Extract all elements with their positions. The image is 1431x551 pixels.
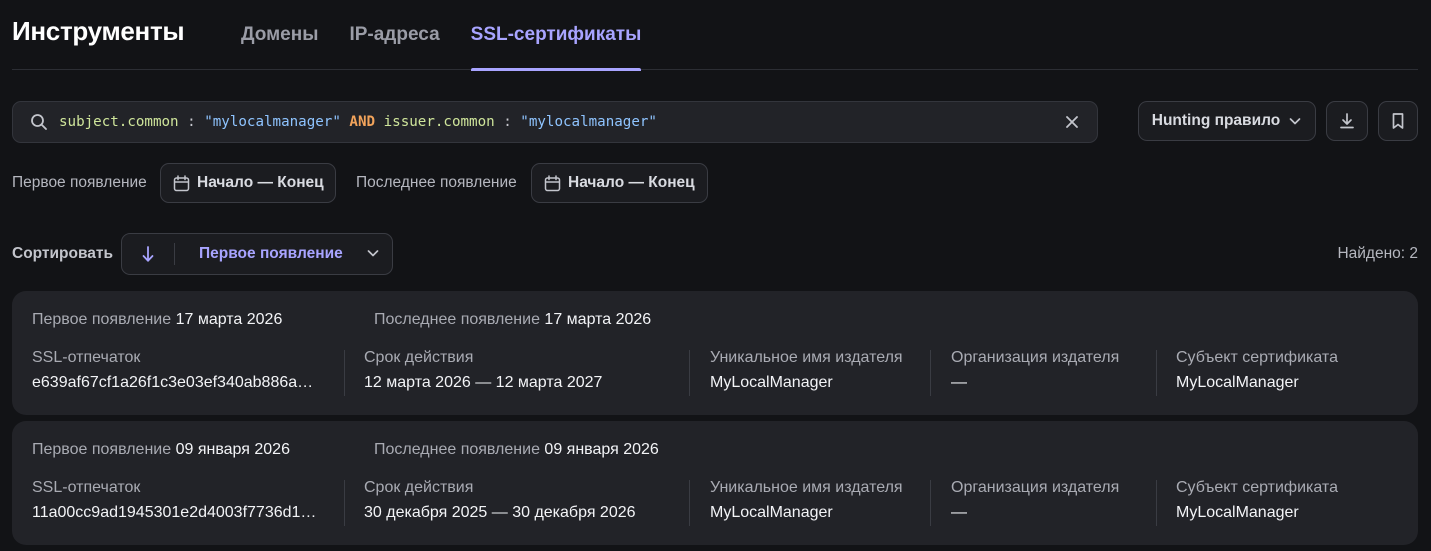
issuer-org-label: Организация издателя (951, 349, 1120, 366)
query-keyword: AND (340, 114, 384, 130)
sort-field-value: Первое появление (199, 245, 343, 262)
first-seen-range: Начало — Конец (197, 174, 324, 191)
issuer-org-column: Организация издателя — (951, 479, 1151, 529)
search-query[interactable]: subject.common : "mylocalmanager" AND is… (59, 102, 657, 142)
sort-field-select[interactable]: Первое появление (175, 234, 392, 274)
subject-label: Субъект сертификата (1176, 349, 1338, 366)
last-seen: Последнее появление 17 марта 2026 (374, 311, 651, 329)
results-count: Найдено: 2 (1337, 245, 1418, 262)
query-field: issuer.common (383, 114, 495, 130)
tab-bar: Домены IP-адреса SSL-сертификаты (241, 0, 672, 71)
last-seen-label: Последнее появление (374, 311, 540, 328)
subject-value: MyLocalManager (1176, 504, 1299, 521)
validity-value: 12 марта 2026 — 12 марта 2027 (364, 374, 603, 391)
issuer-org-value: — (951, 374, 967, 391)
issuer-cn-label: Уникальное имя издателя (710, 349, 903, 366)
issuer-org-value: — (951, 504, 967, 521)
tab-ip-addresses[interactable]: IP-адреса (349, 0, 439, 70)
validity-column: Срок действия 12 марта 2026 — 12 марта 2… (364, 349, 674, 399)
sort-label: Сортировать (12, 245, 114, 262)
last-seen-range: Начало — Конец (568, 174, 695, 191)
hunting-rule-button[interactable]: Hunting правило (1138, 101, 1316, 141)
validity-label: Срок действия (364, 479, 474, 496)
column-divider (930, 350, 931, 396)
fingerprint-label: SSL-отпечаток (32, 349, 141, 366)
subject-label: Субъект сертификата (1176, 479, 1338, 496)
sort-direction-button[interactable] (122, 234, 174, 274)
calendar-icon (544, 174, 561, 191)
fingerprint-value[interactable]: 11a00cc9ad1945301e2d4003f7736d1… (32, 504, 324, 522)
subject-column: Субъект сертификата MyLocalManager (1176, 479, 1396, 529)
calendar-icon (173, 174, 190, 191)
issuer-cn-column: Уникальное имя издателя MyLocalManager (710, 349, 930, 399)
bookmark-button[interactable] (1378, 101, 1418, 141)
hunting-rule-label: Hunting правило (1151, 112, 1281, 129)
last-seen-date-picker[interactable]: Начало — Конец (531, 163, 708, 203)
bookmark-icon (1392, 113, 1404, 129)
column-divider (930, 480, 931, 526)
issuer-org-label: Организация издателя (951, 479, 1120, 496)
validity-label: Срок действия (364, 349, 474, 366)
search-input[interactable]: subject.common : "mylocalmanager" AND is… (12, 101, 1098, 143)
chevron-down-icon (1289, 118, 1301, 125)
first-seen-date-picker[interactable]: Начало — Конец (160, 163, 336, 203)
first-seen-label: Первое появление (32, 311, 172, 328)
result-card[interactable]: Первое появление 17 марта 2026 Последнее… (12, 291, 1418, 415)
tab-ssl-certificates[interactable]: SSL-сертификаты (470, 0, 641, 71)
query-operator: : (494, 114, 521, 130)
query-value: "mylocalmanager" (520, 114, 657, 130)
tab-domains[interactable]: Домены (241, 0, 318, 70)
column-divider (1156, 480, 1157, 526)
column-divider (344, 480, 345, 526)
arrow-down-icon (142, 246, 154, 262)
page-title: Инструменты (12, 16, 185, 46)
last-seen-label: Последнее появление (374, 441, 540, 458)
download-button[interactable] (1326, 101, 1368, 141)
query-field: subject.common (59, 114, 179, 130)
first-seen-value: 09 января 2026 (175, 441, 290, 458)
issuer-org-column: Организация издателя — (951, 349, 1151, 399)
query-value: "mylocalmanager" (204, 114, 341, 130)
first-seen-label: Первое появление (32, 441, 172, 458)
close-icon (1066, 116, 1078, 128)
last-seen-value: 09 января 2026 (544, 441, 659, 458)
fingerprint-label: SSL-отпечаток (32, 479, 141, 496)
validity-value: 30 декабря 2025 — 30 декабря 2026 (364, 504, 636, 521)
clear-search-button[interactable] (1063, 113, 1081, 131)
header: Инструменты Домены IP-адреса SSL-сертифи… (12, 0, 1418, 71)
column-divider (689, 350, 690, 396)
result-card[interactable]: Первое появление 09 января 2026 Последне… (12, 421, 1418, 545)
column-divider (344, 350, 345, 396)
first-seen: Первое появление 09 января 2026 (32, 441, 290, 459)
last-seen: Последнее появление 09 января 2026 (374, 441, 659, 459)
fingerprint-value[interactable]: e639af67cf1a26f1c3e03ef340ab886a… (32, 374, 324, 392)
subject-value: MyLocalManager (1176, 374, 1299, 391)
first-seen-filter-label: Первое появление (12, 174, 147, 191)
chevron-down-icon (367, 250, 379, 257)
download-icon (1340, 113, 1354, 129)
page: Инструменты Домены IP-адреса SSL-сертифи… (0, 0, 1431, 551)
validity-column: Срок действия 30 декабря 2025 — 30 декаб… (364, 479, 674, 529)
sort-control: Первое появление (121, 233, 393, 275)
fingerprint-column: SSL-отпечаток 11a00cc9ad1945301e2d4003f7… (32, 479, 324, 529)
last-seen-filter-label: Последнее появление (356, 174, 517, 191)
issuer-cn-value: MyLocalManager (710, 504, 833, 521)
last-seen-value: 17 марта 2026 (544, 311, 652, 328)
issuer-cn-column: Уникальное имя издателя MyLocalManager (710, 479, 930, 529)
subject-column: Субъект сертификата MyLocalManager (1176, 349, 1396, 399)
column-divider (689, 480, 690, 526)
fingerprint-column: SSL-отпечаток e639af67cf1a26f1c3e03ef340… (32, 349, 324, 399)
column-divider (1156, 350, 1157, 396)
query-operator: : (178, 114, 205, 130)
first-seen-value: 17 марта 2026 (175, 311, 283, 328)
search-icon (30, 113, 48, 131)
issuer-cn-label: Уникальное имя издателя (710, 479, 903, 496)
issuer-cn-value: MyLocalManager (710, 374, 833, 391)
first-seen: Первое появление 17 марта 2026 (32, 311, 282, 329)
